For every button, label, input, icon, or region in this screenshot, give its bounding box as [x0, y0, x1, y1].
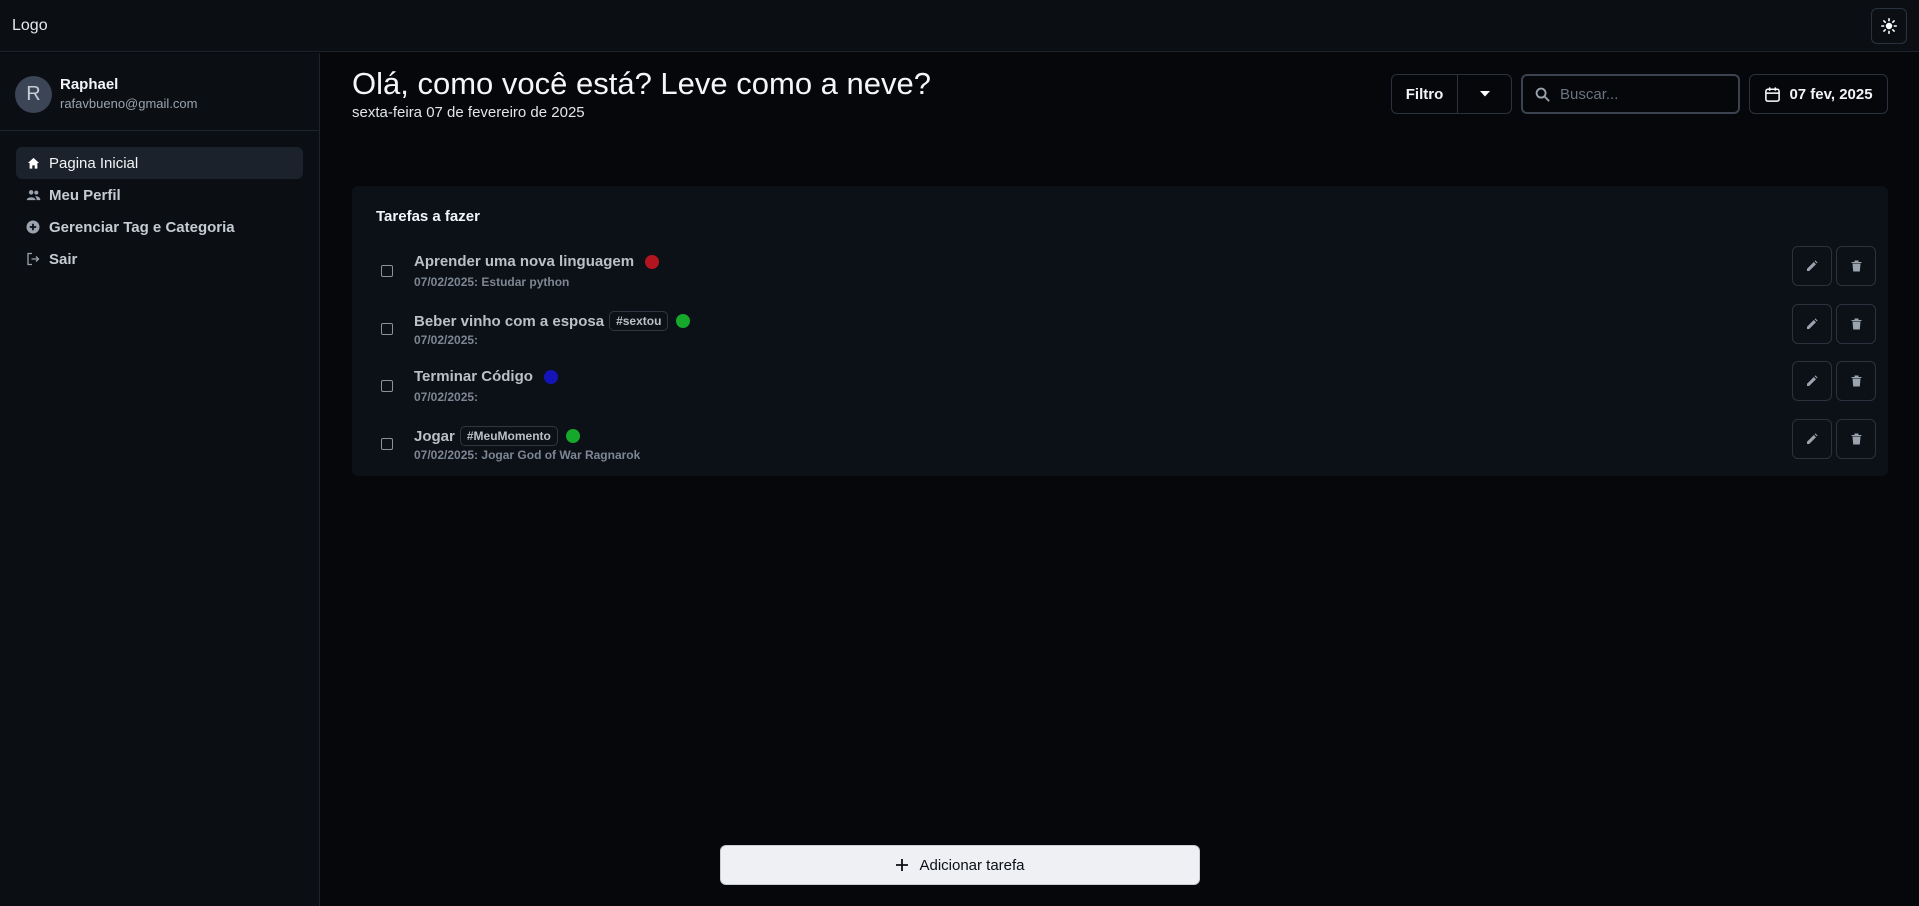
task-checkbox[interactable] [381, 323, 393, 335]
top-bar: Logo [0, 0, 1919, 52]
sidebar-item-label: Meu Perfil [49, 186, 121, 204]
pencil-icon [1807, 318, 1818, 329]
users-icon [25, 187, 41, 203]
edit-task-button[interactable] [1792, 246, 1832, 286]
edit-task-button[interactable] [1792, 361, 1832, 401]
trash-icon [1851, 375, 1861, 387]
sidebar-item-sair[interactable]: Sair [16, 243, 303, 275]
delete-task-button[interactable] [1836, 246, 1876, 286]
delete-task-button[interactable] [1836, 361, 1876, 401]
task-tag: #MeuMomento [459, 426, 558, 446]
task-title-text: Jogar [414, 427, 455, 445]
task-checkbox[interactable] [381, 380, 393, 392]
trash-icon [1851, 260, 1861, 272]
pencil-icon [1807, 260, 1818, 271]
task-title-text: Aprender uma nova linguagem [414, 253, 635, 270]
category-color-dot [565, 429, 580, 443]
edit-task-button[interactable] [1792, 304, 1832, 344]
task-subtitle: 07/02/2025: Jogar God of War Ragnarok [414, 448, 641, 462]
sidebar-item-pagina-inicial[interactable]: Pagina Inicial [16, 147, 303, 179]
sidebar-item-label: Pagina Inicial [49, 154, 139, 172]
task-subtitle: 07/02/2025: Estudar python [414, 275, 570, 289]
sidebar-item-label: Sair [49, 250, 78, 268]
task-title: Beber vinho com a esposa #sextou [414, 311, 691, 331]
user-name: Raphael [60, 76, 119, 93]
date-picker-button[interactable]: 07 fev, 2025 [1749, 74, 1888, 114]
user-profile: R Raphael rafavbueno@gmail.com [0, 53, 319, 131]
current-date: sexta-feira 07 de fevereiro de 2025 [352, 104, 585, 121]
task-checkbox[interactable] [381, 438, 393, 450]
filter-toggle[interactable] [1458, 75, 1511, 113]
avatar: R [15, 76, 52, 113]
task-title-text: Beber vinho com a esposa [414, 312, 605, 330]
tasks-panel: Tarefas a fazer Aprender uma nova lingua… [352, 186, 1888, 476]
caret-down-icon [1479, 91, 1490, 97]
sidebar-item-gerenciar-tag[interactable]: Gerenciar Tag e Categoria [16, 211, 303, 243]
search-box[interactable] [1521, 74, 1740, 114]
sidebar: R Raphael rafavbueno@gmail.com Pagina In… [0, 53, 320, 906]
logo: Logo [12, 17, 48, 34]
trash-icon [1851, 433, 1861, 445]
delete-task-button[interactable] [1836, 419, 1876, 459]
task-tag: #sextou [609, 311, 669, 331]
task-title: Jogar #MeuMomento [414, 426, 580, 446]
page-title: Olá, como você está? Leve como a neve? [352, 66, 931, 101]
task-item: Jogar #MeuMomento 07/02/2025: Jogar God … [352, 419, 1888, 471]
task-item: Aprender uma nova linguagem 07/02/2025: … [352, 246, 1888, 298]
task-subtitle: 07/02/2025: [414, 333, 479, 347]
add-task-label: Adicionar tarefa [919, 856, 1025, 874]
panel-title: Tarefas a fazer [376, 208, 480, 225]
search-input[interactable] [1560, 85, 1730, 103]
plus-icon [896, 859, 909, 871]
pencil-icon [1807, 433, 1818, 444]
filter-dropdown[interactable]: Filtro [1391, 74, 1512, 114]
search-icon [1535, 87, 1550, 102]
task-item: Terminar Código 07/02/2025: [352, 361, 1888, 413]
edit-task-button[interactable] [1792, 419, 1832, 459]
user-email: rafavbueno@gmail.com [60, 96, 198, 111]
task-subtitle: 07/02/2025: [414, 390, 479, 404]
sidebar-item-meu-perfil[interactable]: Meu Perfil [16, 179, 303, 211]
task-title: Aprender uma nova linguagem [414, 253, 660, 270]
pencil-icon [1807, 375, 1818, 386]
category-color-dot [676, 314, 691, 328]
add-task-button[interactable]: Adicionar tarefa [720, 845, 1200, 885]
category-color-dot [543, 369, 558, 384]
task-item: Beber vinho com a esposa #sextou 07/02/2… [352, 304, 1888, 356]
task-title-text: Terminar Código [414, 368, 533, 385]
delete-task-button[interactable] [1836, 304, 1876, 344]
task-title: Terminar Código [414, 368, 558, 385]
sidebar-nav: Pagina Inicial Meu Perfil Gerenciar Tag … [16, 147, 303, 275]
logout-icon [25, 251, 41, 267]
sidebar-item-label: Gerenciar Tag e Categoria [49, 218, 235, 236]
plus-circle-icon [25, 219, 41, 235]
date-picker-label: 07 fev, 2025 [1789, 85, 1873, 103]
theme-toggle-button[interactable] [1871, 8, 1907, 44]
sun-icon [1881, 18, 1897, 34]
home-icon [25, 155, 41, 171]
filter-button[interactable]: Filtro [1392, 75, 1458, 113]
trash-icon [1851, 318, 1861, 330]
category-color-dot [645, 254, 660, 269]
calendar-icon [1764, 86, 1781, 103]
task-checkbox[interactable] [381, 265, 393, 277]
